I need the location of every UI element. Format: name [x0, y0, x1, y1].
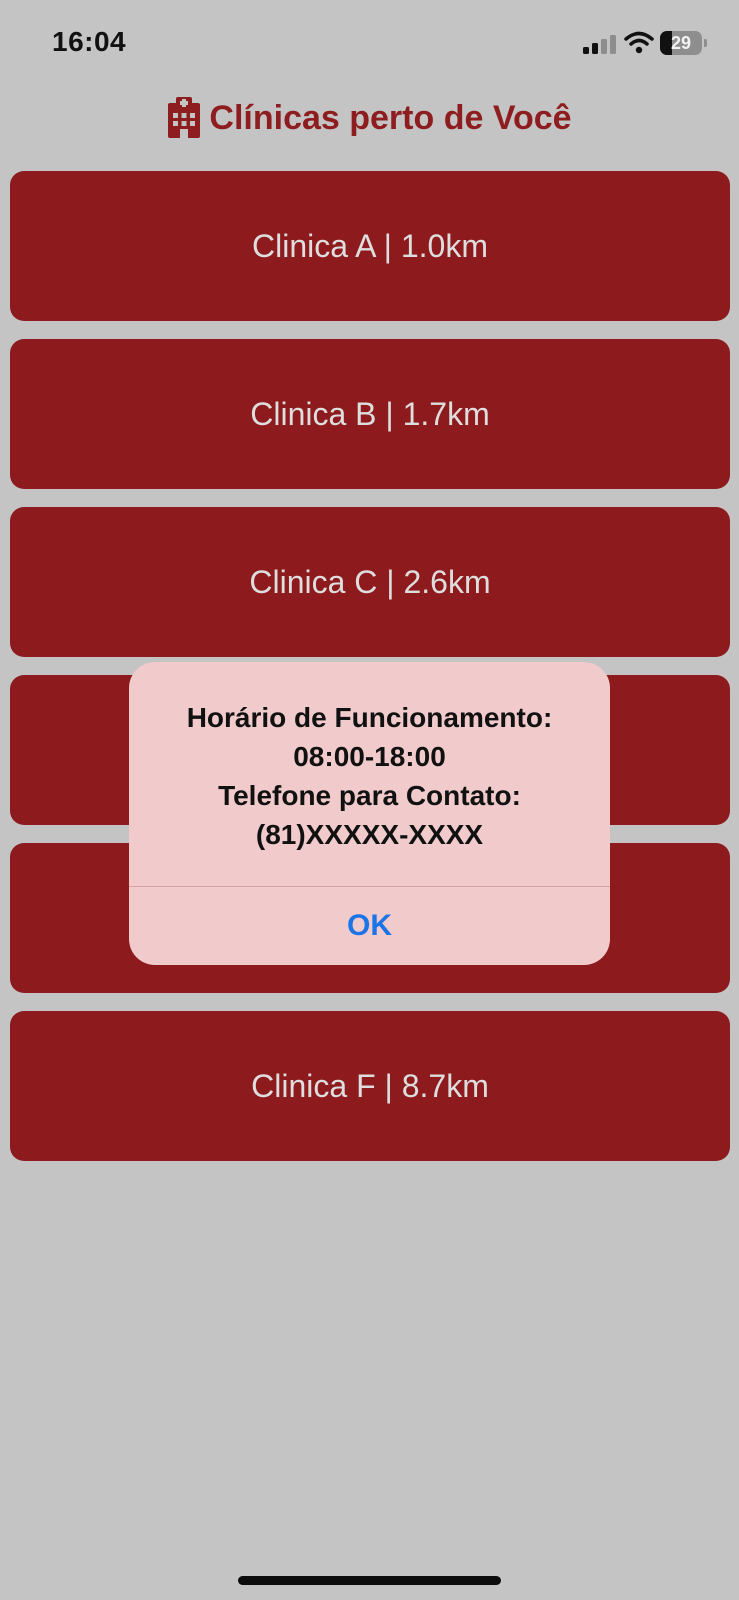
- battery-icon: 29: [660, 31, 708, 55]
- status-time: 16:04: [52, 26, 127, 57]
- wifi-icon: [624, 31, 654, 54]
- alert-line: (81)XXXXX-XXXX: [255, 819, 484, 850]
- page-title: Clínicas perto de Você: [209, 98, 572, 137]
- clinic-button-b[interactable]: Clinica B | 1.7km: [10, 339, 730, 489]
- battery-tip: [704, 39, 707, 47]
- clinic-button-a[interactable]: Clinica A | 1.0km: [10, 171, 730, 321]
- alert-line: Telefone para Contato:: [218, 780, 521, 811]
- battery-body: 29: [660, 31, 702, 55]
- battery-level: 29: [670, 33, 692, 53]
- ok-button[interactable]: OK: [129, 887, 610, 965]
- alert-line: 08:00-18:00: [293, 741, 446, 772]
- clinic-button-c[interactable]: Clinica C | 2.6km: [10, 507, 730, 657]
- hospital-icon: [168, 97, 201, 138]
- alert-line: Horário de Funcionamento:: [186, 702, 553, 733]
- alert-message: Horário de Funcionamento: 08:00-18:00 Te…: [129, 698, 610, 854]
- clinic-button-f[interactable]: Clinica F | 8.7km: [10, 1011, 730, 1161]
- cellular-signal-icon: [583, 35, 616, 54]
- header: Clínicas perto de Você: [0, 88, 739, 148]
- alert-dialog: Horário de Funcionamento: 08:00-18:00 Te…: [129, 662, 610, 965]
- home-indicator[interactable]: [238, 1576, 501, 1585]
- status-bar: 16:04 29: [0, 0, 739, 88]
